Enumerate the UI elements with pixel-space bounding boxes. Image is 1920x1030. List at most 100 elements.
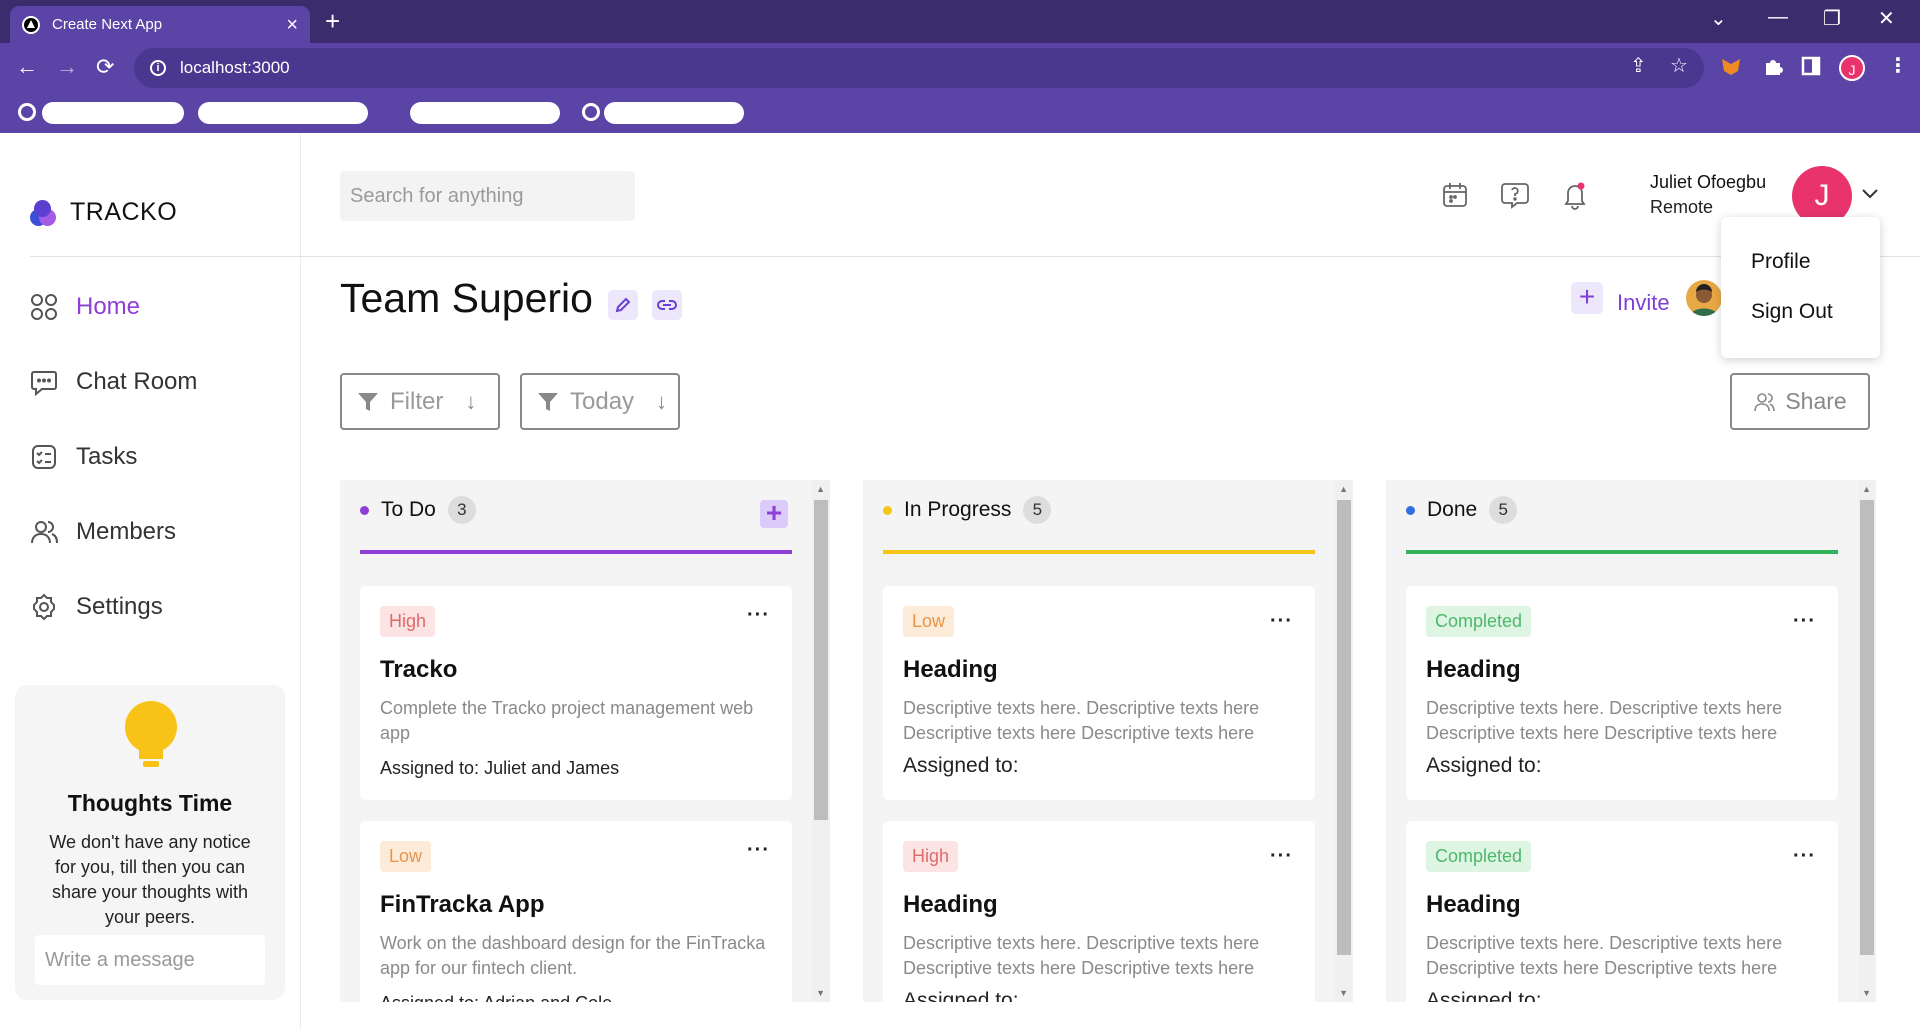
chevron-down-icon[interactable] bbox=[1860, 183, 1880, 203]
column-dot bbox=[1406, 505, 1415, 515]
chat-icon bbox=[30, 368, 58, 396]
more-options-icon[interactable]: ··· bbox=[747, 604, 770, 627]
task-card[interactable]: High ··· Heading Descriptive texts here.… bbox=[883, 821, 1315, 1002]
arrow-down-icon: ↓ bbox=[656, 388, 668, 414]
scroll-up-icon[interactable]: ▲ bbox=[1339, 484, 1348, 494]
column-underline bbox=[360, 550, 792, 554]
sidebar-item-label: Settings bbox=[76, 593, 163, 620]
card-title: Tracko bbox=[380, 656, 458, 683]
sidebar: TRACKO Home Chat Room Tasks Members Sett… bbox=[0, 133, 301, 1030]
close-window-icon[interactable]: ✕ bbox=[1878, 6, 1895, 31]
column-scrollbar[interactable]: ▲ ▼ bbox=[1335, 480, 1353, 1002]
link-icon bbox=[657, 300, 677, 310]
card-assignees: Assigned to: bbox=[1426, 754, 1542, 777]
new-tab-icon[interactable]: + bbox=[325, 6, 340, 37]
notification-bell-icon[interactable] bbox=[1560, 180, 1590, 210]
browser-tab[interactable]: Create Next App × bbox=[10, 6, 310, 43]
card-assignees: Assigned to: bbox=[903, 989, 1019, 1002]
github-icon[interactable] bbox=[18, 103, 36, 121]
more-options-icon[interactable]: ··· bbox=[1270, 610, 1293, 633]
extensions-icon[interactable] bbox=[1762, 55, 1784, 77]
share-page-icon[interactable]: ⇪ bbox=[1630, 53, 1647, 78]
more-options-icon[interactable]: ··· bbox=[1270, 845, 1293, 868]
column-underline bbox=[1406, 550, 1838, 554]
more-options-icon[interactable]: ··· bbox=[1793, 845, 1816, 868]
sidebar-item-members[interactable]: Members bbox=[30, 518, 176, 546]
column-scrollbar[interactable]: ▲ ▼ bbox=[1858, 480, 1876, 1002]
url-text: localhost:3000 bbox=[180, 58, 290, 77]
scroll-up-icon[interactable]: ▲ bbox=[816, 484, 825, 494]
site-info-icon[interactable]: i bbox=[150, 60, 166, 76]
bookmarks-bar bbox=[0, 93, 1920, 133]
tab-close-icon[interactable]: × bbox=[286, 15, 298, 35]
scroll-down-icon[interactable]: ▼ bbox=[816, 988, 825, 998]
more-options-icon[interactable]: ··· bbox=[1793, 610, 1816, 633]
calendar-icon[interactable] bbox=[1440, 180, 1470, 210]
add-task-button[interactable]: + bbox=[760, 499, 788, 528]
help-icon[interactable] bbox=[1500, 180, 1530, 210]
scroll-thumb[interactable] bbox=[814, 500, 828, 820]
copy-link-button[interactable] bbox=[652, 290, 682, 320]
menu-item-profile[interactable]: Profile bbox=[1751, 250, 1811, 274]
task-card[interactable]: Low ··· Heading Descriptive texts here. … bbox=[883, 586, 1315, 800]
tab-search-icon[interactable]: ⌄ bbox=[1710, 6, 1727, 31]
edit-title-button[interactable] bbox=[608, 290, 638, 320]
scroll-up-icon[interactable]: ▲ bbox=[1862, 484, 1871, 494]
brand-logo[interactable]: TRACKO bbox=[30, 198, 177, 227]
reload-icon[interactable]: ⟳ bbox=[96, 55, 114, 79]
sidebar-item-tasks[interactable]: Tasks bbox=[30, 443, 137, 471]
priority-badge: Low bbox=[380, 841, 432, 872]
sidebar-item-chat-room[interactable]: Chat Room bbox=[30, 368, 197, 396]
more-options-icon[interactable]: ··· bbox=[747, 839, 770, 862]
scroll-thumb[interactable] bbox=[1337, 500, 1351, 955]
today-label: Today bbox=[570, 387, 635, 415]
task-card[interactable]: High ··· Tracko Complete the Tracko proj… bbox=[360, 586, 792, 800]
today-button[interactable]: Today ↓ bbox=[520, 373, 680, 430]
task-card[interactable]: Low ··· FinTracka App Work on the dashbo… bbox=[360, 821, 792, 1002]
menu-item-sign-out[interactable]: Sign Out bbox=[1751, 300, 1833, 324]
bookmark-star-icon[interactable]: ☆ bbox=[1670, 53, 1688, 78]
browser-menu-icon[interactable]: ⋮ bbox=[1888, 53, 1908, 78]
bookmark-item[interactable] bbox=[410, 102, 560, 124]
priority-badge: Low bbox=[903, 606, 955, 637]
card-assignees: Assigned to: Juliet and James bbox=[380, 758, 620, 778]
column-scrollbar[interactable]: ▲ ▼ bbox=[812, 480, 830, 1002]
message-input[interactable] bbox=[35, 935, 265, 985]
card-assignees: Assigned to: Adrian and Cole bbox=[380, 993, 612, 1002]
card-description: Descriptive texts here. Descriptive text… bbox=[903, 698, 1260, 743]
address-bar[interactable]: i localhost:3000 bbox=[134, 48, 1704, 88]
search-input[interactable] bbox=[340, 171, 635, 221]
card-title: Heading bbox=[1426, 656, 1521, 683]
invite-plus-icon[interactable]: + bbox=[1571, 282, 1603, 314]
metamask-icon[interactable] bbox=[1720, 55, 1742, 77]
share-button[interactable]: Share bbox=[1730, 373, 1870, 430]
bookmark-item[interactable] bbox=[604, 102, 744, 124]
tasks-icon bbox=[30, 443, 58, 471]
maximize-icon[interactable]: ❐ bbox=[1823, 6, 1841, 31]
filter-button[interactable]: Filter ↓ bbox=[340, 373, 500, 430]
status-badge: Completed bbox=[1426, 606, 1532, 637]
back-icon[interactable]: ← bbox=[16, 55, 38, 79]
scroll-down-icon[interactable]: ▼ bbox=[1339, 988, 1348, 998]
card-assignees: Assigned to: bbox=[1426, 989, 1542, 1002]
member-avatar[interactable] bbox=[1686, 280, 1722, 316]
scroll-down-icon[interactable]: ▼ bbox=[1862, 988, 1871, 998]
browser-profile-avatar[interactable]: J bbox=[1839, 55, 1865, 81]
github-icon[interactable] bbox=[582, 103, 600, 121]
side-panel-icon[interactable] bbox=[1800, 55, 1822, 77]
task-card[interactable]: Completed ··· Heading Descriptive texts … bbox=[1406, 586, 1838, 800]
profile-dropdown-menu: Profile Sign Out bbox=[1721, 217, 1880, 358]
minimize-icon[interactable]: — bbox=[1768, 6, 1788, 29]
forward-icon[interactable]: → bbox=[56, 55, 78, 79]
column-count-badge: 5 bbox=[1023, 496, 1052, 524]
sidebar-item-settings[interactable]: Settings bbox=[30, 593, 163, 621]
task-card[interactable]: Completed ··· Heading Descriptive texts … bbox=[1406, 821, 1838, 1002]
bookmark-item[interactable] bbox=[42, 102, 184, 124]
sidebar-item-home[interactable]: Home bbox=[30, 293, 140, 321]
bookmark-item[interactable] bbox=[198, 102, 368, 124]
invite-button[interactable]: Invite bbox=[1617, 290, 1670, 316]
scroll-thumb[interactable] bbox=[1860, 500, 1874, 955]
topbar-divider bbox=[301, 256, 1920, 257]
column-title: In Progress bbox=[904, 498, 1012, 521]
priority-badge: High bbox=[380, 606, 436, 637]
